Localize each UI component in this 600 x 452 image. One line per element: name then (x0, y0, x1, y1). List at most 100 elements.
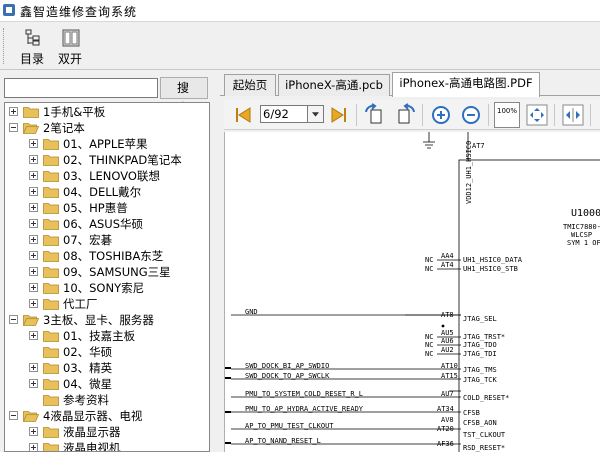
folder-open-icon (23, 411, 39, 422)
tree-item[interactable]: 10、SONY索尼 (5, 280, 209, 296)
tree-item-label: 10、SONY索尼 (63, 281, 145, 295)
tree-item[interactable]: 04、DELL戴尔 (5, 184, 209, 200)
folder-icon (43, 379, 59, 390)
zoom-in-icon[interactable] (428, 102, 454, 128)
tree-category[interactable]: 4液晶显示器、电视 (5, 408, 209, 424)
tab-start-page[interactable]: 起始页 (224, 74, 276, 96)
page-dropdown-icon[interactable] (308, 105, 324, 123)
collapse-icon[interactable] (9, 411, 18, 420)
rotate-right-icon[interactable] (392, 102, 418, 128)
folder-open-icon (23, 123, 39, 134)
tree-item[interactable]: 03、精英 (5, 360, 209, 376)
tree-item-label: 01、技嘉主板 (63, 329, 136, 343)
zoom-out-icon[interactable] (458, 102, 484, 128)
dual-open-button[interactable]: 双开 (52, 25, 88, 67)
app-window: 鑫智造维修查询系统 目录 双开 搜索 1手机&平板 2笔记本 01、APPLE苹果 0… (0, 0, 600, 452)
main-toolbar: 目录 双开 (0, 22, 600, 70)
expand-icon[interactable] (29, 203, 38, 212)
tree-item[interactable]: 01、技嘉主板 (5, 328, 209, 344)
toolbar-grip[interactable] (3, 28, 6, 64)
expand-icon[interactable] (29, 139, 38, 148)
document-panel: 起始页 iPhoneX-高通.pcb iPhonex-高通电路图.PDF 6/9… (220, 72, 600, 452)
collapse-icon[interactable] (9, 123, 18, 132)
tree-item[interactable]: 08、TOSHIBA东芝 (5, 248, 209, 264)
tree-category[interactable]: 1手机&平板 (5, 104, 209, 120)
expand-icon[interactable] (29, 379, 38, 388)
expand-icon[interactable] (29, 331, 38, 340)
schematic-drawing (225, 132, 600, 452)
expand-icon[interactable] (29, 155, 38, 164)
folder-icon (43, 427, 59, 438)
actual-size-button[interactable]: 100% (494, 102, 520, 128)
tree-item[interactable]: 代工厂 (5, 296, 209, 312)
expand-icon[interactable] (29, 251, 38, 260)
collapse-icon[interactable] (9, 315, 18, 324)
expand-icon[interactable] (29, 171, 38, 180)
nc-label: NC (425, 256, 434, 264)
toolbar-separator (554, 104, 555, 126)
toolbar-separator (356, 104, 357, 126)
fit-page-icon[interactable] (524, 102, 550, 128)
tree-item[interactable]: 05、HP惠普 (5, 200, 209, 216)
folder-icon (43, 395, 59, 406)
catalog-button[interactable]: 目录 (14, 25, 50, 67)
tree-item[interactable]: 液晶显示器 (5, 424, 209, 440)
folder-icon (43, 283, 59, 294)
pdf-toolbar: 6/92 100% (224, 100, 600, 130)
chip-sub-label: TMIC7880- (563, 223, 600, 231)
expand-icon[interactable] (29, 283, 38, 292)
folder-icon (43, 235, 59, 246)
pin-name: JTAG_TDO (463, 341, 497, 349)
catalog-label: 目录 (19, 52, 44, 66)
toolbar-separator (422, 104, 423, 126)
last-page-icon[interactable] (326, 102, 352, 128)
search-input[interactable] (4, 78, 158, 98)
document-tabs: 起始页 iPhoneX-高通.pcb iPhonex-高通电路图.PDF (220, 72, 600, 97)
tree-item[interactable]: 07、宏碁 (5, 232, 209, 248)
tab-pdf[interactable]: iPhonex-高通电路图.PDF (392, 72, 540, 97)
tree-item-label: 参考资料 (63, 393, 109, 407)
tree-item-label: 1手机&平板 (43, 105, 106, 119)
tree-item[interactable]: 参考资料 (5, 392, 209, 408)
pdf-viewer[interactable]: VDD12_UH1_HSIC0 AT7 U1000 TMIC7880- WLCS… (224, 132, 600, 452)
fit-width-icon[interactable] (560, 102, 586, 128)
expand-icon[interactable] (9, 107, 18, 116)
tree-item[interactable]: 液晶电视机 (5, 440, 209, 452)
folder-icon (43, 171, 59, 182)
expand-icon[interactable] (29, 363, 38, 372)
expand-icon[interactable] (29, 299, 38, 308)
rotate-left-icon[interactable] (362, 102, 388, 128)
top-pin-label: AT7 (472, 142, 485, 150)
expand-icon[interactable] (29, 267, 38, 276)
tree-item[interactable]: 01、APPLE苹果 (5, 136, 209, 152)
title-bar: 鑫智造维修查询系统 (0, 0, 600, 22)
tree-item-label: 04、DELL戴尔 (63, 185, 142, 199)
pin-number: AU7 (441, 390, 454, 398)
tab-pcb[interactable]: iPhoneX-高通.pcb (278, 74, 390, 96)
catalog-tree-icon (25, 29, 40, 46)
expand-icon[interactable] (29, 427, 38, 436)
tree-item[interactable]: 03、LENOVO联想 (5, 168, 209, 184)
expand-icon[interactable] (29, 443, 38, 451)
folder-icon (43, 203, 59, 214)
tree-category[interactable]: 2笔记本 (5, 120, 209, 136)
tree-category[interactable]: 3主板、显卡、服务器 (5, 312, 209, 328)
signal-name: GND (245, 308, 258, 316)
tree-item[interactable]: 04、微星 (5, 376, 209, 392)
expand-icon[interactable] (29, 235, 38, 244)
tree-item[interactable]: 02、华硕 (5, 344, 209, 360)
tree-item-label: 03、精英 (63, 361, 113, 375)
tree-item[interactable]: 02、THINKPAD笔记本 (5, 152, 209, 168)
expand-icon[interactable] (29, 219, 38, 228)
pin-name: JTAG_TMS (463, 366, 497, 374)
first-page-icon[interactable] (230, 102, 256, 128)
tree-item[interactable]: 09、SAMSUNG三星 (5, 264, 209, 280)
page-number-field[interactable]: 6/92 (260, 105, 308, 123)
tree-item-label: 液晶电视机 (63, 441, 121, 452)
tree-item[interactable]: 06、ASUS华硕 (5, 216, 209, 232)
expand-icon[interactable] (29, 187, 38, 196)
catalog-tree[interactable]: 1手机&平板 2笔记本 01、APPLE苹果 02、THINKPAD笔记本 03、LEN… (4, 102, 210, 452)
folder-icon (43, 139, 59, 150)
search-button[interactable]: 搜索 (160, 77, 208, 115)
tree-item-label: 液晶显示器 (63, 425, 121, 439)
